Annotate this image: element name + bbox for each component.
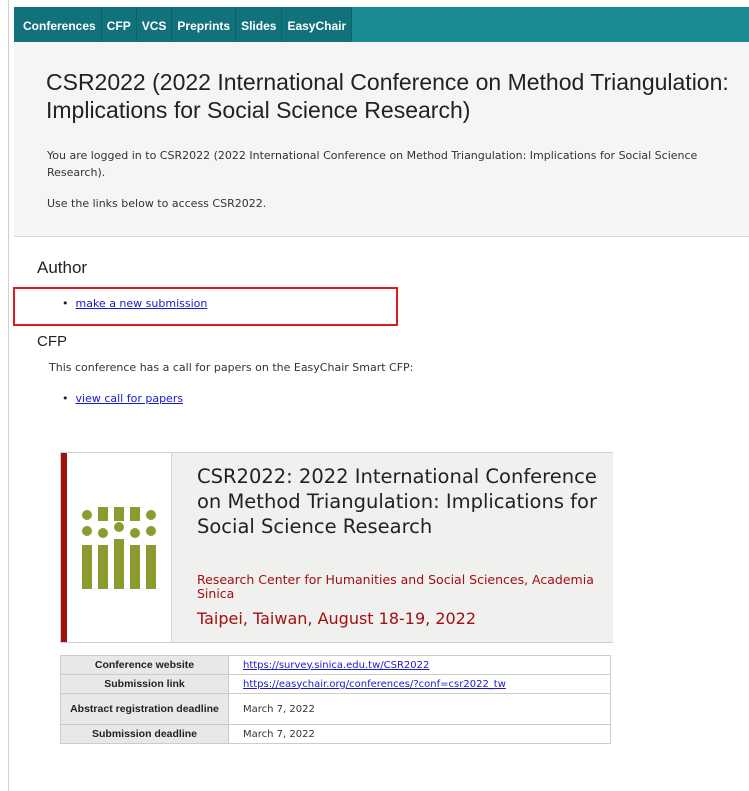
cfp-description: This conference has a call for papers on… (49, 361, 414, 374)
nav-item-preprints[interactable]: Preprints (172, 7, 237, 42)
login-message: You are logged in to CSR2022 (2022 Inter… (47, 149, 698, 179)
nav-item-cfp[interactable]: CFP (101, 7, 137, 42)
banner-details: CSR2022: 2022 International Conference o… (171, 453, 613, 642)
use-links-text: Use the links below to access CSR2022. (47, 197, 267, 210)
conference-header: CSR2022 (2022 International Conference o… (14, 42, 749, 237)
banner-title: CSR2022: 2022 International Conference o… (197, 465, 597, 538)
table-row: Abstract registration deadline March 7, … (60, 693, 611, 725)
table-row: Submission deadline March 7, 2022 (60, 724, 611, 744)
row-label: Abstract registration deadline (60, 693, 229, 725)
highlight-annotation-box (13, 287, 398, 326)
nav-menu: Conferences CFP VCS Preprints Slides Eas… (14, 7, 353, 42)
row-label: Submission deadline (60, 724, 229, 744)
page-title: CSR2022 (2022 International Conference o… (46, 69, 729, 123)
row-value: https://survey.sinica.edu.tw/CSR2022 (228, 655, 611, 675)
nav-item-easychair[interactable]: EasyChair (282, 7, 353, 42)
conference-info-table: Conference website https://survey.sinica… (60, 655, 611, 744)
banner-accent-bar (61, 453, 67, 642)
table-row: Submission link https://easychair.org/co… (60, 674, 611, 694)
nav-item-conferences[interactable]: Conferences (14, 7, 102, 42)
view-cfp-link[interactable]: view call for papers (62, 392, 184, 405)
row-value: March 7, 2022 (228, 724, 611, 744)
conference-website-link[interactable]: https://survey.sinica.edu.tw/CSR2022 (243, 660, 429, 671)
row-value: https://easychair.org/conferences/?conf=… (228, 674, 611, 694)
row-label: Conference website (60, 655, 229, 675)
cfp-heading: CFP (37, 333, 67, 350)
row-value: March 7, 2022 (228, 693, 611, 725)
banner-location: Taipei, Taiwan, August 18-19, 2022 (197, 609, 477, 628)
cfp-banner: CSR2022: 2022 International Conference o… (60, 452, 613, 643)
easychair-logo-icon (82, 507, 156, 589)
row-label: Submission link (60, 674, 229, 694)
nav-item-vcs[interactable]: VCS (136, 7, 173, 42)
table-row: Conference website https://survey.sinica… (60, 655, 611, 675)
author-heading: Author (37, 258, 88, 277)
nav-item-slides[interactable]: Slides (236, 7, 283, 42)
submission-link[interactable]: https://easychair.org/conferences/?conf=… (243, 679, 506, 690)
top-navigation-bar: Conferences CFP VCS Preprints Slides Eas… (14, 7, 749, 42)
page-left-border (8, 0, 9, 791)
banner-organization: Research Center for Humanities and Socia… (197, 572, 594, 601)
